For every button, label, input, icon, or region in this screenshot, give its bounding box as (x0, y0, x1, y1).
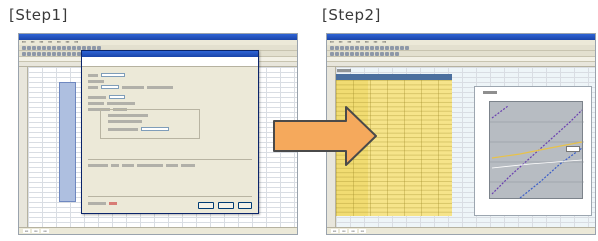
series-line (519, 147, 583, 199)
dialog-row (88, 95, 125, 99)
dialog-ok-button[interactable] (198, 202, 214, 209)
row-headers (19, 67, 28, 227)
chart-legend (566, 146, 580, 152)
sheet-tab[interactable]: ▪▪▪ (331, 229, 339, 233)
chart-object[interactable] (474, 86, 592, 216)
step1-screenshot: ▪▪▪ ▪▪▪ ▪▪▪ ▪▪▪ ▪▪▪ ▪▪▪ ▪▪▪ ▪▪▪ ▪▪▪ ▪▪▪ (18, 33, 298, 235)
dialog-row (88, 85, 173, 89)
dialog-row (108, 127, 169, 131)
wizard-dialog (81, 50, 259, 214)
sheet-tabs: ▪▪▪ ▪▪▪ ▪▪▪ (23, 229, 49, 233)
table-title (337, 69, 351, 72)
chart-plot-area (489, 101, 584, 199)
sheet-tab[interactable]: ▪▪▪ (349, 229, 357, 233)
dialog-row (88, 73, 125, 77)
sheet-tab[interactable]: ▪▪▪ (23, 229, 31, 233)
dialog-row (108, 119, 142, 123)
chart-title (483, 91, 497, 94)
step2-label: [Step2] (322, 6, 381, 24)
dialog-header (82, 57, 258, 67)
dialog-row (108, 113, 148, 117)
series-line (491, 109, 583, 195)
dialog-help-button[interactable] (238, 202, 252, 209)
status-bar: ▪▪▪ ▪▪▪ ▪▪▪ (19, 227, 297, 234)
status-bar: ▪▪▪ ▪▪▪ ▪▪▪ ▪▪▪ (327, 227, 595, 234)
dialog-divider (88, 196, 252, 197)
sheet-tab[interactable]: ▪▪▪ (358, 229, 366, 233)
sheet-tab[interactable]: ▪▪▪ (41, 229, 49, 233)
dialog-row (88, 101, 135, 105)
dialog-row (88, 201, 117, 205)
series-line (491, 159, 583, 169)
sheet-tab[interactable]: ▪▪▪ (32, 229, 40, 233)
dialog-divider (88, 159, 252, 160)
dialog-row (88, 79, 104, 83)
selected-range (59, 82, 76, 202)
sheet-tabs: ▪▪▪ ▪▪▪ ▪▪▪ ▪▪▪ (331, 229, 366, 233)
dialog-row (88, 163, 195, 167)
step1-label: [Step1] (9, 6, 68, 24)
series-line (491, 105, 509, 119)
dialog-cancel-button[interactable] (218, 202, 234, 209)
right-arrow-icon (273, 106, 377, 166)
sheet-tab[interactable]: ▪▪▪ (340, 229, 348, 233)
